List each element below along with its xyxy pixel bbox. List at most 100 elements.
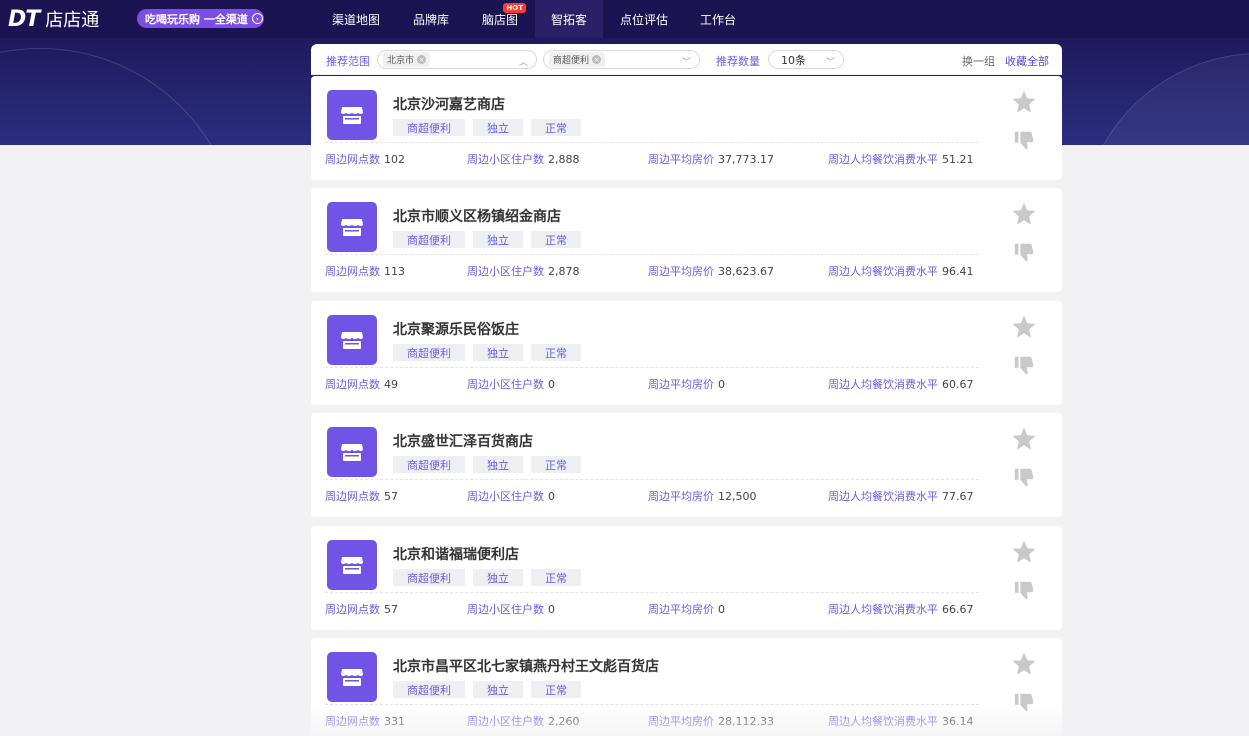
store-name[interactable]: 北京市昌平区北七家镇燕丹村王文彪百货店 [393, 656, 659, 676]
star-icon[interactable] [1011, 539, 1037, 565]
store-tag: 独立 [473, 344, 523, 361]
store-name[interactable]: 北京市顺义区杨镇绍金商店 [393, 206, 561, 226]
stat-households: 周边小区住户数 0 [467, 376, 555, 392]
nav-item-smart-prospect[interactable]: 智拓客 [535, 0, 603, 38]
chevron-down-icon: ﹀ [681, 58, 691, 68]
stat-label: 周边人均餐饮消费水平 [828, 603, 938, 616]
thumbs-down-icon[interactable] [1013, 579, 1035, 601]
stat-value: 28,112.33 [718, 715, 774, 728]
stat-label: 周边人均餐饮消费水平 [828, 265, 938, 278]
store-card[interactable]: 北京盛世汇泽百货商店 商超便利 独立 正常 周边网点数 57 周边小区住户数 0 周边平均房价 1… [311, 413, 1062, 517]
divider [325, 479, 979, 480]
stat-value: 49 [384, 378, 398, 391]
store-card[interactable]: 北京市昌平区北七家镇燕丹村王文彪百货店 商超便利 独立 正常 周边网点数 331 周边小区住… [311, 638, 1062, 736]
stat-value: 0 [718, 378, 725, 391]
stat-label: 周边小区住户数 [467, 715, 544, 728]
logo[interactable]: DT 店店通 [8, 7, 100, 32]
store-card[interactable]: 北京市顺义区杨镇绍金商店 商超便利 独立 正常 周边网点数 113 周边小区住户数 2,878… [311, 188, 1062, 292]
brand-name: 店店通 [45, 10, 100, 31]
close-icon[interactable]: × [417, 55, 427, 64]
stat-value: 57 [384, 603, 398, 616]
star-icon[interactable] [1011, 426, 1037, 452]
star-icon[interactable] [1011, 89, 1037, 115]
nav-item-channel-map[interactable]: 渠道地图 [320, 0, 392, 38]
nav-item-workbench[interactable]: 工作台 [690, 0, 746, 38]
thumbs-down-icon[interactable] [1013, 354, 1035, 376]
chevron-up-icon: ︿ [518, 58, 528, 68]
stat-label: 周边平均房价 [648, 265, 714, 278]
stat-value: 57 [384, 490, 398, 503]
thumbs-down-icon[interactable] [1013, 466, 1035, 488]
arrow-icon: › [251, 13, 263, 24]
count-select[interactable]: 10条 ﹀ [768, 50, 844, 69]
stat-label: 周边小区住户数 [467, 265, 544, 278]
stat-value: 0 [548, 490, 555, 503]
category-select[interactable]: 商超便利 × ﹀ [543, 50, 700, 69]
store-icon [327, 540, 377, 590]
stat-value: 0 [718, 603, 725, 616]
stat-outlets: 周边网点数 49 [325, 376, 398, 392]
stat-label: 周边网点数 [325, 265, 380, 278]
top-nav: DT 店店通 吃喝玩乐购 一全渠道 › 渠道地图 品牌库 脑店图 HOT 智拓客… [0, 0, 1249, 38]
store-name[interactable]: 北京盛世汇泽百货商店 [393, 431, 533, 451]
store-card[interactable]: 北京和谐福瑞便利店 商超便利 独立 正常 周边网点数 57 周边小区住户数 0 周边平均房价 0 周… [311, 526, 1062, 630]
filter-bar: 推荐范围 北京市 × ︿ 商超便利 × ﹀ 推荐数量 10条 ﹀ 换一组 收藏全… [311, 44, 1062, 75]
stat-label: 周边平均房价 [648, 490, 714, 503]
star-icon[interactable] [1011, 314, 1037, 340]
store-name[interactable]: 北京沙河嘉艺商店 [393, 94, 505, 114]
store-tags: 商超便利 独立 正常 [393, 456, 581, 473]
store-tag: 正常 [531, 569, 581, 586]
stat-value: 0 [548, 378, 555, 391]
store-card[interactable]: 北京沙河嘉艺商店 商超便利 独立 正常 周边网点数 102 周边小区住户数 2,888 周边平均… [311, 76, 1062, 180]
nav-label: 脑店图 [481, 12, 518, 27]
stat-label: 周边人均餐饮消费水平 [828, 715, 938, 728]
count-value: 10条 [781, 53, 806, 67]
thumbs-down-icon[interactable] [1013, 691, 1035, 713]
store-tag: 独立 [473, 681, 523, 698]
store-tag: 独立 [473, 569, 523, 586]
store-tag: 独立 [473, 231, 523, 248]
divider [325, 704, 979, 705]
store-tags: 商超便利 独立 正常 [393, 344, 581, 361]
shop-icon [341, 332, 363, 349]
store-card[interactable]: 北京聚源乐民俗饭庄 商超便利 独立 正常 周边网点数 49 周边小区住户数 0 周边平均房价 0 周… [311, 301, 1062, 405]
stat-label: 周边平均房价 [648, 153, 714, 166]
nav-label: 渠道地图 [331, 12, 380, 27]
range-label: 推荐范围 [326, 55, 370, 68]
store-icon [327, 315, 377, 365]
nav-item-site-evaluation[interactable]: 点位评估 [612, 0, 676, 38]
stat-value: 2,878 [548, 265, 580, 278]
stat-label: 周边平均房价 [648, 715, 714, 728]
city-select[interactable]: 北京市 × ︿ [377, 50, 537, 69]
close-icon[interactable]: × [592, 55, 602, 64]
store-tag: 正常 [531, 456, 581, 473]
nav-label: 点位评估 [619, 12, 668, 27]
category-chip: 商超便利 × [549, 52, 606, 67]
promo-badge[interactable]: 吃喝玩乐购 一全渠道 › [137, 9, 264, 28]
star-icon[interactable] [1011, 201, 1037, 227]
count-label: 推荐数量 [716, 55, 760, 68]
refresh-button[interactable]: 换一组 [962, 53, 995, 69]
store-name[interactable]: 北京聚源乐民俗饭庄 [393, 319, 519, 339]
stat-outlets: 周边网点数 102 [325, 151, 405, 167]
thumbs-down-icon[interactable] [1013, 241, 1035, 263]
star-icon[interactable] [1011, 651, 1037, 677]
store-icon [327, 202, 377, 252]
nav-label: 智拓客 [550, 12, 587, 27]
stat-value: 60.67 [942, 378, 974, 391]
nav-item-brand-library[interactable]: 品牌库 [400, 0, 462, 38]
stat-value: 66.67 [942, 603, 974, 616]
category-chip-label: 商超便利 [553, 56, 590, 66]
stat-label: 周边平均房价 [648, 603, 714, 616]
shop-icon [341, 107, 363, 124]
thumbs-down-icon[interactable] [1013, 129, 1035, 151]
stat-outlets: 周边网点数 113 [325, 263, 405, 279]
collect-all-button[interactable]: 收藏全部 [1005, 53, 1049, 69]
nav-item-store-map[interactable]: 脑店图 HOT [468, 0, 532, 38]
divider [325, 254, 979, 255]
stat-label: 周边网点数 [325, 378, 380, 391]
store-tag: 独立 [473, 456, 523, 473]
store-tag: 正常 [531, 681, 581, 698]
store-name[interactable]: 北京和谐福瑞便利店 [393, 544, 519, 564]
promo-text: 吃喝玩乐购 一全渠道 [145, 12, 248, 26]
